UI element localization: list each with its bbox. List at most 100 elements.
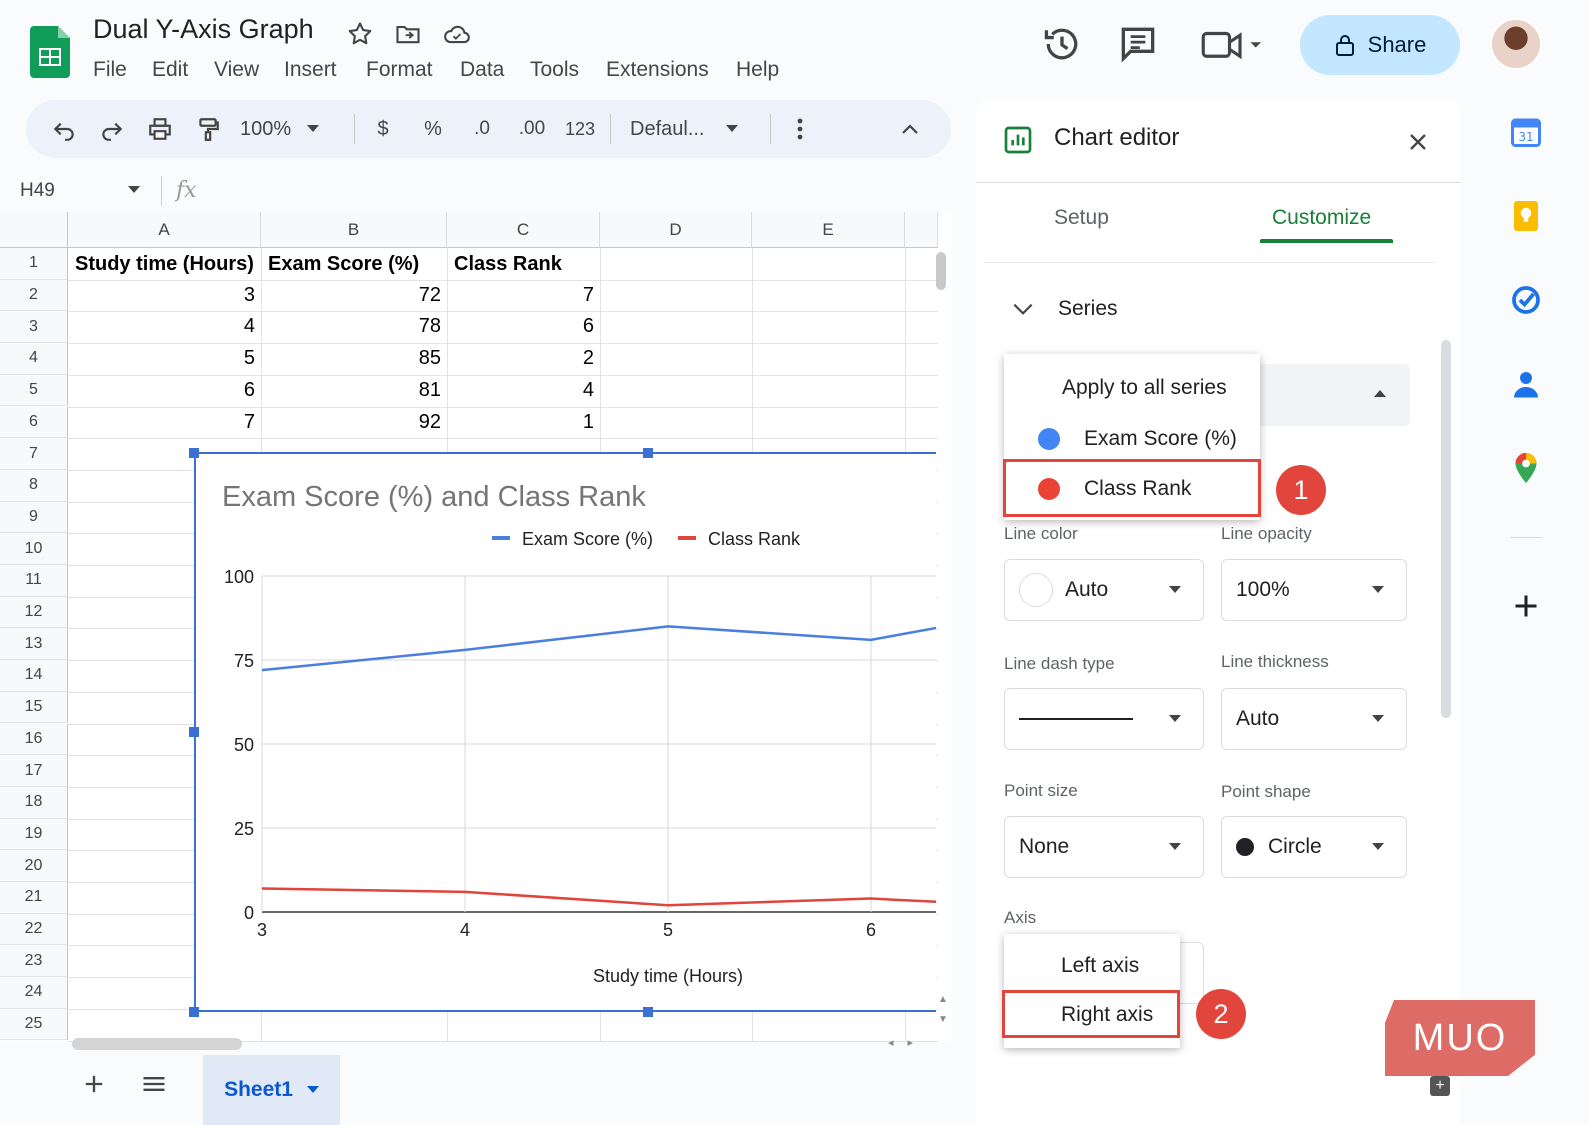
table-cell[interactable]: 81: [262, 375, 447, 406]
more-options-icon[interactable]: [786, 100, 814, 158]
cell-a1[interactable]: Study time (Hours): [69, 249, 261, 280]
font-select[interactable]: Defaul...: [630, 100, 754, 158]
chevron-down-icon[interactable]: [128, 186, 140, 194]
table-cell[interactable]: 7: [69, 407, 261, 438]
move-to-folder-icon[interactable]: [394, 20, 422, 48]
row-header[interactable]: 20: [0, 850, 68, 882]
row-header[interactable]: 4: [0, 343, 68, 375]
table-cell[interactable]: 92: [262, 407, 447, 438]
row-header[interactable]: 10: [0, 533, 68, 565]
table-cell[interactable]: 72: [262, 280, 447, 311]
hscroll-arrows-icon[interactable]: ◂▸: [888, 1036, 927, 1049]
row-header[interactable]: 8: [0, 469, 68, 502]
series-option-exam-score[interactable]: Exam Score (%): [1004, 416, 1260, 462]
table-cell[interactable]: 6: [448, 311, 600, 342]
resize-handle[interactable]: [189, 727, 199, 737]
undo-icon[interactable]: [44, 100, 84, 158]
calendar-icon[interactable]: 31: [1508, 114, 1544, 150]
point-shape-select[interactable]: Circle: [1221, 816, 1407, 878]
decrease-decimal-button[interactable]: .0: [462, 100, 502, 158]
user-avatar[interactable]: [1490, 18, 1542, 70]
table-cell[interactable]: 2: [448, 343, 600, 374]
menu-format[interactable]: Format: [366, 58, 433, 82]
axis-option-left[interactable]: Left axis: [1004, 944, 1180, 988]
close-icon[interactable]: [1404, 128, 1432, 156]
table-cell[interactable]: 1: [448, 407, 600, 438]
line-thickness-select[interactable]: Auto: [1221, 688, 1407, 750]
menu-extensions[interactable]: Extensions: [606, 58, 709, 82]
document-title[interactable]: Dual Y-Axis Graph: [93, 14, 314, 45]
chart-legend[interactable]: Exam Score (%) Class Rank: [492, 529, 801, 549]
row-header[interactable]: 25: [0, 1008, 68, 1041]
row-header[interactable]: 21: [0, 882, 68, 914]
redo-icon[interactable]: [92, 100, 132, 158]
table-cell[interactable]: 3: [69, 280, 261, 311]
column-header-e[interactable]: E: [752, 212, 905, 248]
scroll-arrows-icon[interactable]: ▲ ▼: [936, 990, 950, 1030]
horizontal-scrollbar[interactable]: [72, 1038, 242, 1050]
table-cell[interactable]: 7: [448, 280, 600, 311]
google-sheets-logo[interactable]: [30, 26, 70, 78]
table-cell[interactable]: 85: [262, 343, 447, 374]
menu-view[interactable]: View: [214, 58, 259, 82]
series-section-title[interactable]: Series: [1058, 297, 1118, 321]
share-button[interactable]: Share: [1300, 15, 1460, 75]
menu-file[interactable]: File: [93, 58, 127, 82]
row-header[interactable]: 3: [0, 311, 68, 344]
comments-icon[interactable]: [1116, 22, 1164, 70]
resize-handle[interactable]: [643, 1007, 653, 1017]
row-header[interactable]: 5: [0, 374, 68, 407]
table-cell[interactable]: 78: [262, 311, 447, 342]
tab-setup[interactable]: Setup: [1054, 206, 1109, 230]
line-dash-select[interactable]: [1004, 688, 1204, 750]
collapse-menus-icon[interactable]: [890, 100, 930, 158]
row-header[interactable]: 11: [0, 565, 68, 597]
resize-handle[interactable]: [189, 1007, 199, 1017]
explore-icon[interactable]: +: [1430, 1076, 1450, 1096]
row-header[interactable]: 19: [0, 818, 68, 851]
all-sheets-icon[interactable]: [140, 1070, 168, 1098]
menu-tools[interactable]: Tools: [530, 58, 579, 82]
format-currency-button[interactable]: $: [366, 100, 400, 158]
cell-b1[interactable]: Exam Score (%): [262, 249, 447, 280]
version-history-icon[interactable]: [1040, 22, 1088, 70]
row-header[interactable]: 18: [0, 786, 68, 819]
column-header-b[interactable]: B: [261, 212, 447, 248]
tab-customize[interactable]: Customize: [1272, 206, 1371, 230]
row-header[interactable]: 17: [0, 755, 68, 787]
series-option-all[interactable]: Apply to all series: [1004, 366, 1260, 410]
row-header[interactable]: 7: [0, 438, 68, 470]
row-header[interactable]: 24: [0, 977, 68, 1009]
maps-icon[interactable]: [1508, 450, 1544, 486]
row-header[interactable]: 23: [0, 945, 68, 978]
menu-edit[interactable]: Edit: [152, 58, 188, 82]
row-header[interactable]: 6: [0, 406, 68, 439]
column-header-d[interactable]: D: [600, 212, 752, 248]
sheet-tab[interactable]: Sheet1: [203, 1055, 340, 1125]
increase-decimal-button[interactable]: .00: [510, 100, 554, 158]
vertical-scrollbar[interactable]: [936, 252, 946, 290]
add-sheet-icon[interactable]: [80, 1070, 108, 1098]
menu-help[interactable]: Help: [736, 58, 779, 82]
table-cell[interactable]: 4: [69, 311, 261, 342]
paint-format-icon[interactable]: [188, 100, 228, 158]
number-format-button[interactable]: 123: [560, 100, 600, 158]
row-header[interactable]: 22: [0, 913, 68, 946]
cloud-saved-icon[interactable]: [442, 20, 470, 48]
menu-data[interactable]: Data: [460, 58, 504, 82]
contacts-icon[interactable]: [1508, 366, 1544, 402]
row-header[interactable]: 14: [0, 660, 68, 692]
column-header-f[interactable]: [905, 212, 938, 248]
tasks-icon[interactable]: [1508, 282, 1544, 318]
star-icon[interactable]: [346, 20, 374, 48]
row-header[interactable]: 15: [0, 691, 68, 724]
chevron-up-icon[interactable]: [1374, 390, 1386, 397]
select-all-corner[interactable]: [0, 212, 68, 248]
editor-scrollbar[interactable]: [1441, 340, 1451, 718]
menu-insert[interactable]: Insert: [284, 58, 337, 82]
cell-c1[interactable]: Class Rank: [448, 249, 600, 280]
add-addon-icon[interactable]: [1508, 588, 1544, 624]
table-cell[interactable]: 4: [448, 375, 600, 406]
row-header[interactable]: 13: [0, 628, 68, 661]
print-icon[interactable]: [140, 100, 180, 158]
